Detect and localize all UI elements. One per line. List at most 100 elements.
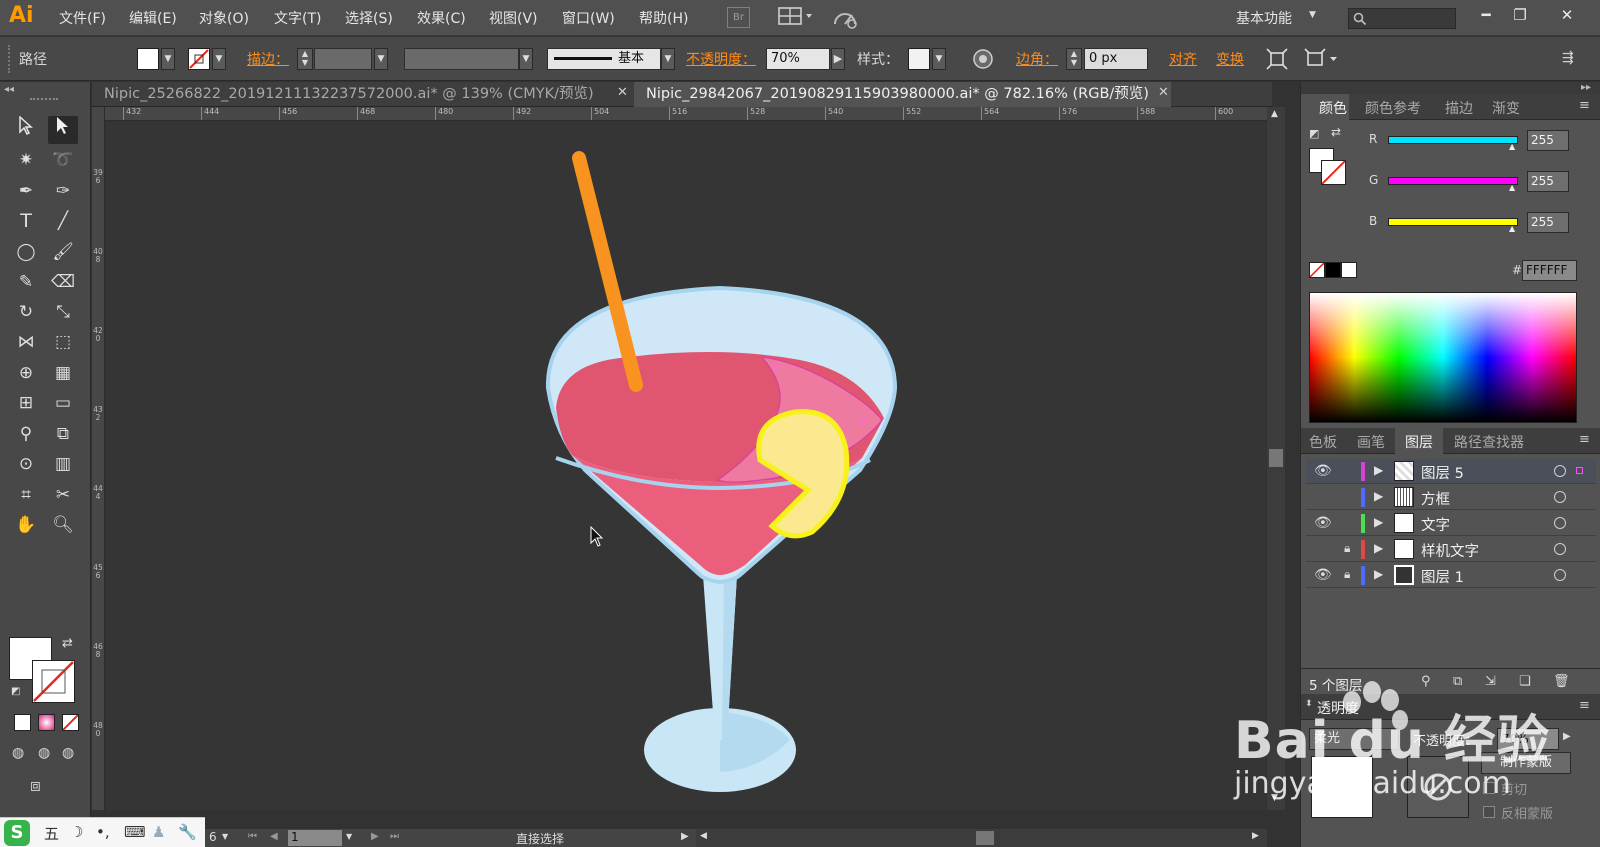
symbol-sprayer-tool-icon[interactable]: ⊙ (11, 450, 41, 478)
horizontal-ruler[interactable]: 432 444 456 468 480 492 504 516 528 540 552 564 576 5… (105, 107, 1267, 121)
previous-artboard-icon[interactable]: ◀ (270, 831, 278, 842)
expand-layer-icon[interactable]: ▶ (1374, 541, 1383, 555)
menu-object[interactable]: 对象(O) (199, 8, 249, 28)
corner-radius-stepper[interactable]: ▲ ▼ (1066, 48, 1082, 70)
draw-normal-icon[interactable]: ◍ (12, 745, 24, 761)
transform-panel-link[interactable]: 变换 (1216, 49, 1244, 69)
rotate-tool-icon[interactable]: ↻ (11, 298, 41, 326)
expand-layer-icon[interactable]: ▶ (1374, 489, 1383, 503)
expand-layer-icon[interactable]: ▶ (1374, 567, 1383, 581)
swap-colors-icon[interactable]: ⇄ (1331, 125, 1341, 139)
isolate-object-icon[interactable] (1266, 48, 1288, 74)
vertical-scroll-thumb[interactable] (1269, 449, 1283, 467)
gpu-performance-icon[interactable] (832, 6, 860, 34)
tab-color-guide[interactable]: 颜色参考 (1365, 98, 1421, 118)
stroke-weight-dropdown-icon[interactable]: ▼ (374, 48, 388, 70)
width-tool-icon[interactable]: ⋈ (11, 328, 41, 356)
blend-tool-icon[interactable]: ⧉ (48, 420, 78, 448)
control-bar-grip[interactable] (8, 45, 11, 73)
menu-window[interactable]: 窗口(W) (562, 8, 615, 28)
pen-tool-icon[interactable]: ✒ (11, 177, 41, 205)
tab-pathfinder[interactable]: 路径查找器 (1454, 432, 1524, 452)
layer-row[interactable]: 👁 🔒︎ ▶ 图层 1 (1306, 563, 1596, 588)
type-tool-icon[interactable]: T (11, 207, 41, 235)
visibility-eye-icon[interactable]: 👁 (1314, 515, 1332, 531)
default-fill-stroke-icon[interactable]: ◩ (1309, 127, 1319, 140)
recolor-artwork-icon[interactable] (972, 48, 994, 74)
close-window-button[interactable]: ✕ (1552, 4, 1582, 26)
stroke-weight-field[interactable] (314, 48, 372, 70)
zoom-dropdown-icon[interactable]: ▼ (222, 832, 228, 841)
layer-name[interactable]: 样机文字 (1421, 540, 1479, 561)
ime-mode-label[interactable]: 五 (44, 823, 59, 844)
corner-radius-field[interactable]: 0 px (1084, 48, 1148, 70)
gradient-mode-icon[interactable] (38, 714, 55, 731)
corner-panel-link[interactable]: 边角： (1016, 49, 1058, 69)
arrange-documents-icon[interactable] (778, 6, 816, 32)
vertical-ruler[interactable]: 396 408 420 432 444 456 468 480 (92, 107, 105, 810)
tab-document-2-close-icon[interactable]: ✕ (1158, 85, 1169, 100)
transparency-panel-menu-icon[interactable]: ≡ (1579, 698, 1590, 713)
distribute-options-icon[interactable] (1304, 48, 1340, 74)
layer-row[interactable]: 👁 ▶ 图层 5 (1306, 459, 1596, 484)
status-menu-icon[interactable]: ▶ (681, 831, 689, 842)
slice-tool-icon[interactable]: ✂ (48, 481, 78, 509)
tab-document-2[interactable]: Nipic_29842067_20190829115903980000.ai* … (634, 82, 1171, 107)
settings-wrench-icon[interactable]: 🔧 (178, 823, 197, 841)
minimize-button[interactable]: ━ (1471, 4, 1501, 26)
variable-width-field[interactable] (404, 48, 519, 70)
layer-name[interactable]: 图层 1 (1421, 566, 1464, 587)
layer-target-icon[interactable] (1554, 543, 1566, 555)
workspace-dropdown-icon[interactable]: ▼ (1309, 10, 1316, 20)
menu-view[interactable]: 视图(V) (489, 8, 538, 28)
artboard-dropdown-icon[interactable]: ▼ (346, 832, 352, 841)
shape-builder-tool-icon[interactable]: ⊕ (11, 359, 41, 387)
stroke-weight-stepper[interactable]: ▲ ▼ (297, 48, 313, 70)
black-swatch[interactable] (1325, 262, 1341, 278)
tab-gradient[interactable]: 渐变 (1492, 98, 1520, 118)
tab-layers[interactable]: 图层 (1405, 432, 1433, 452)
transparency-opacity-arrow-icon[interactable]: ▶ (1563, 731, 1571, 742)
layer-row[interactable]: ▶ 方框 (1306, 485, 1596, 510)
artboard-canvas[interactable] (106, 122, 1266, 810)
scroll-up-icon[interactable]: ▲ (1271, 109, 1278, 119)
layer-target-icon[interactable] (1554, 491, 1566, 503)
white-swatch[interactable] (1341, 262, 1357, 278)
color-mode-icon[interactable] (14, 714, 31, 731)
selection-tool-icon[interactable] (11, 115, 41, 144)
menu-file[interactable]: 文件(F) (59, 8, 106, 28)
curvature-tool-icon[interactable]: ✑ (48, 177, 78, 205)
column-graph-tool-icon[interactable]: ▥ (48, 450, 78, 478)
panel-stroke-swatch[interactable] (1321, 160, 1346, 185)
channel-g-thumb-icon[interactable]: ▲ (1509, 183, 1515, 192)
screen-mode-icon[interactable]: ⧈ (30, 776, 41, 796)
control-bar-menu-icon[interactable]: ⇶ (1562, 50, 1574, 66)
mesh-tool-icon[interactable]: ⊞ (11, 389, 41, 417)
tab-swatches[interactable]: 色板 (1309, 432, 1337, 452)
layer-target-icon[interactable] (1554, 569, 1566, 581)
dock-collapse-icon[interactable]: ▸▸ (1581, 82, 1591, 93)
fill-swatch[interactable] (137, 48, 159, 70)
visibility-eye-icon[interactable]: 👁 (1314, 567, 1332, 583)
opacity-slider-arrow-icon[interactable]: ▶ (831, 48, 845, 70)
eraser-tool-icon[interactable]: ⌫ (48, 268, 78, 296)
tab-color[interactable]: 颜色 (1319, 98, 1347, 118)
ellipse-tool-icon[interactable]: ◯ (11, 238, 41, 266)
first-artboard-icon[interactable]: ⏮ (248, 831, 257, 842)
lock-icon[interactable]: 🔒︎ (1344, 567, 1350, 582)
lock-icon[interactable]: 🔒︎ (1344, 541, 1350, 556)
sogou-ime-logo[interactable]: S (4, 820, 30, 846)
hand-tool-icon[interactable]: ✋ (11, 511, 41, 539)
menu-type[interactable]: 文字(T) (274, 8, 321, 28)
brush-dropdown-icon[interactable]: ▼ (661, 48, 675, 70)
tab-document-1-close-icon[interactable]: ✕ (617, 85, 628, 100)
draw-behind-icon[interactable]: ◍ (38, 745, 50, 761)
lasso-tool-icon[interactable]: ➰ (48, 146, 78, 174)
layer-row[interactable]: 🔒︎ ▶ 样机文字 (1306, 537, 1596, 562)
stroke-panel-link[interactable]: 描边： (247, 49, 289, 69)
pencil-tool-icon[interactable]: ✎ (11, 268, 41, 296)
scroll-left-icon[interactable]: ◀ (700, 831, 707, 841)
brush-definition-field[interactable]: 基本 (547, 48, 661, 70)
punctuation-icon[interactable]: •, (96, 823, 110, 841)
toolbox-collapse-icon[interactable]: ◂◂ (4, 84, 14, 95)
